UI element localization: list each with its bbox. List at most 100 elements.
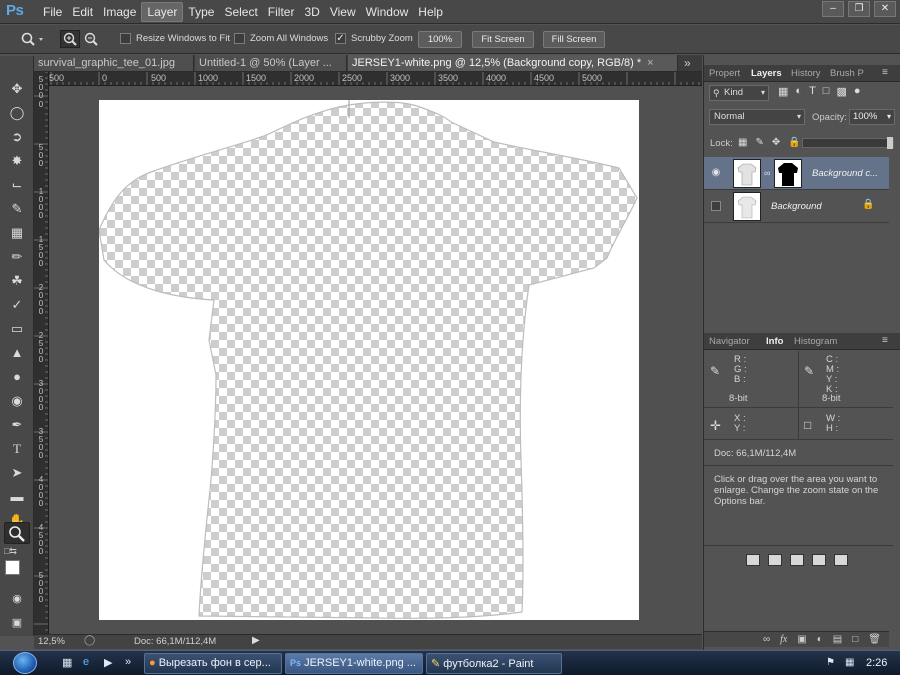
restore-button[interactable]: ❐ (848, 1, 870, 17)
lock-transparency-icon[interactable]: ▦ (738, 137, 747, 148)
shape-filter-icon[interactable]: □ (823, 85, 830, 98)
resize-windows-box[interactable] (120, 33, 131, 44)
path-select-tool[interactable]: ➤ (4, 462, 30, 484)
start-button[interactable] (13, 652, 37, 674)
preset-icon-2[interactable] (768, 554, 782, 566)
tab-histogram[interactable]: Histogram (794, 336, 837, 347)
document-canvas[interactable] (98, 100, 639, 620)
move-tool[interactable]: ✥ (4, 78, 30, 100)
brush-tool[interactable]: ✏ (4, 246, 30, 268)
lock-all-icon[interactable]: 🔒 (788, 137, 800, 148)
menu-file[interactable]: File (38, 0, 67, 23)
default-colors-icon[interactable]: □⇆ (4, 546, 30, 560)
pen-tool[interactable]: ✒ (4, 414, 30, 436)
menu-layer[interactable]: Layer (141, 2, 184, 22)
blend-mode-select[interactable]: Normal ▾ (709, 109, 805, 125)
preset-icon-4[interactable] (812, 554, 826, 566)
opacity-input[interactable]: 100% ▾ (849, 109, 895, 125)
layer-filter-kind[interactable]: ⚲ Kind ▾ (709, 85, 769, 101)
tab-layers[interactable]: Layers (751, 68, 782, 79)
zoom-100-button[interactable]: 100% (418, 31, 462, 48)
layer-row-background-copy[interactable]: ◉ ∞ Background c... (704, 157, 889, 190)
foreground-color-swatch[interactable] (5, 560, 20, 575)
canvas-area[interactable] (49, 86, 702, 634)
minimize-button[interactable]: – (822, 1, 844, 17)
zoom-level[interactable]: 12,5% (38, 636, 65, 647)
zoom-all-box[interactable] (234, 33, 245, 44)
filter-toggle-icon[interactable]: ● (854, 85, 861, 98)
tab-navigator[interactable]: Navigator (709, 336, 750, 347)
panel-menu-icon[interactable]: ≡ (882, 335, 888, 346)
lock-pixels-icon[interactable]: ✎ (755, 137, 763, 148)
healing-brush-tool[interactable]: ▦ (4, 222, 30, 244)
add-mask-icon[interactable]: ▣ (797, 634, 806, 645)
scrubby-zoom-box[interactable]: ✓ (335, 33, 346, 44)
tab-properties[interactable]: Propert (709, 68, 740, 79)
clock[interactable]: 2:26 (866, 657, 887, 669)
status-menu-arrow-icon[interactable]: ▶ (252, 635, 260, 646)
adjustment-layer-icon[interactable]: ◐ (817, 634, 823, 645)
zoom-out-button[interactable] (82, 31, 100, 50)
new-group-icon[interactable]: ▤ (833, 634, 842, 645)
delete-layer-icon[interactable]: 🗑 (868, 634, 881, 645)
eyedropper-tool[interactable]: ✎ (4, 198, 30, 220)
link-layers-icon[interactable]: ∞ (763, 634, 770, 645)
panel-menu-icon[interactable]: ≡ (882, 67, 888, 78)
menu-view[interactable]: View (325, 0, 361, 23)
marquee-tool[interactable]: ◯ (4, 102, 30, 124)
menu-window[interactable]: Window (361, 0, 414, 23)
layer-style-icon[interactable]: fx (780, 634, 787, 645)
tabs-overflow-button[interactable]: » (684, 56, 691, 70)
menu-edit[interactable]: Edit (67, 0, 98, 23)
clone-stamp-tool[interactable]: ☘ (4, 270, 30, 292)
menu-help[interactable]: Help (413, 0, 448, 23)
menu-filter[interactable]: Filter (263, 0, 300, 23)
quick-select-tool[interactable]: ✸ (4, 150, 30, 172)
tray-network-icon[interactable]: ▦ (845, 657, 854, 668)
task-firefox[interactable]: ● Вырезать фон в сер... (144, 653, 282, 674)
pixel-filter-icon[interactable]: ▦ (778, 85, 788, 98)
visibility-toggle[interactable] (711, 201, 721, 211)
fill-slider[interactable] (802, 137, 894, 149)
preset-icon-5[interactable] (834, 554, 848, 566)
fill-slider-handle[interactable] (887, 137, 893, 149)
rectangle-tool[interactable]: ▬ (4, 486, 30, 508)
explorer-icon[interactable]: ▦ (62, 656, 72, 669)
blur-tool[interactable]: ● (4, 366, 30, 388)
type-tool[interactable]: T (4, 438, 30, 460)
zoom-all-checkbox[interactable]: Zoom All Windows (234, 33, 328, 44)
new-layer-icon[interactable]: □ (852, 634, 858, 645)
eraser-tool[interactable]: ▭ (4, 318, 30, 340)
tray-flag-icon[interactable]: ⚑ (826, 657, 835, 668)
tab-history[interactable]: History (791, 68, 821, 79)
zoom-in-button[interactable] (60, 30, 80, 48)
tab-jersey1-white[interactable]: JERSEY1-white.png @ 12,5% (Background co… (348, 55, 678, 71)
task-paint[interactable]: ✎ футболка2 - Paint (426, 653, 562, 674)
close-tab-icon[interactable]: × (647, 57, 653, 69)
tab-untitled-1[interactable]: Untitled-1 @ 50% (Layer ... (195, 55, 347, 71)
status-info-icon[interactable]: ◯ (84, 635, 95, 646)
link-icon[interactable]: ∞ (764, 168, 770, 178)
lasso-tool[interactable]: ➲ (4, 126, 30, 148)
adjustment-filter-icon[interactable]: ◐ (795, 85, 802, 98)
zoom-tool-preset[interactable] (20, 31, 46, 50)
close-button[interactable]: ✕ (874, 1, 896, 17)
menu-3d[interactable]: 3D (299, 0, 324, 23)
menu-select[interactable]: Select (219, 0, 262, 23)
lock-position-icon[interactable]: ✥ (772, 137, 780, 148)
tab-survival-graphic-tee[interactable]: survival_graphic_tee_01.jpg (34, 55, 194, 71)
task-photoshop[interactable]: Ps JERSEY1-white.png ... (285, 653, 423, 674)
paint-bucket-tool[interactable]: ▲ (4, 342, 30, 364)
zoom-tool[interactable] (4, 522, 30, 544)
eye-icon[interactable]: ◉ (710, 168, 722, 178)
scrubby-zoom-checkbox[interactable]: ✓ Scrubby Zoom (335, 33, 413, 44)
menu-type[interactable]: Type (183, 0, 219, 23)
quick-mask-icon[interactable]: ◉ (4, 588, 30, 610)
tab-brush-presets[interactable]: Brush P (830, 68, 864, 79)
preset-icon-1[interactable] (746, 554, 760, 566)
crop-tool[interactable]: ⌙ (4, 174, 30, 196)
tab-info[interactable]: Info (766, 336, 783, 347)
media-player-icon[interactable]: ▶ (104, 656, 112, 669)
layer-row-background[interactable]: Background 🔒 (704, 190, 889, 223)
smart-object-filter-icon[interactable]: ▩ (836, 85, 846, 98)
